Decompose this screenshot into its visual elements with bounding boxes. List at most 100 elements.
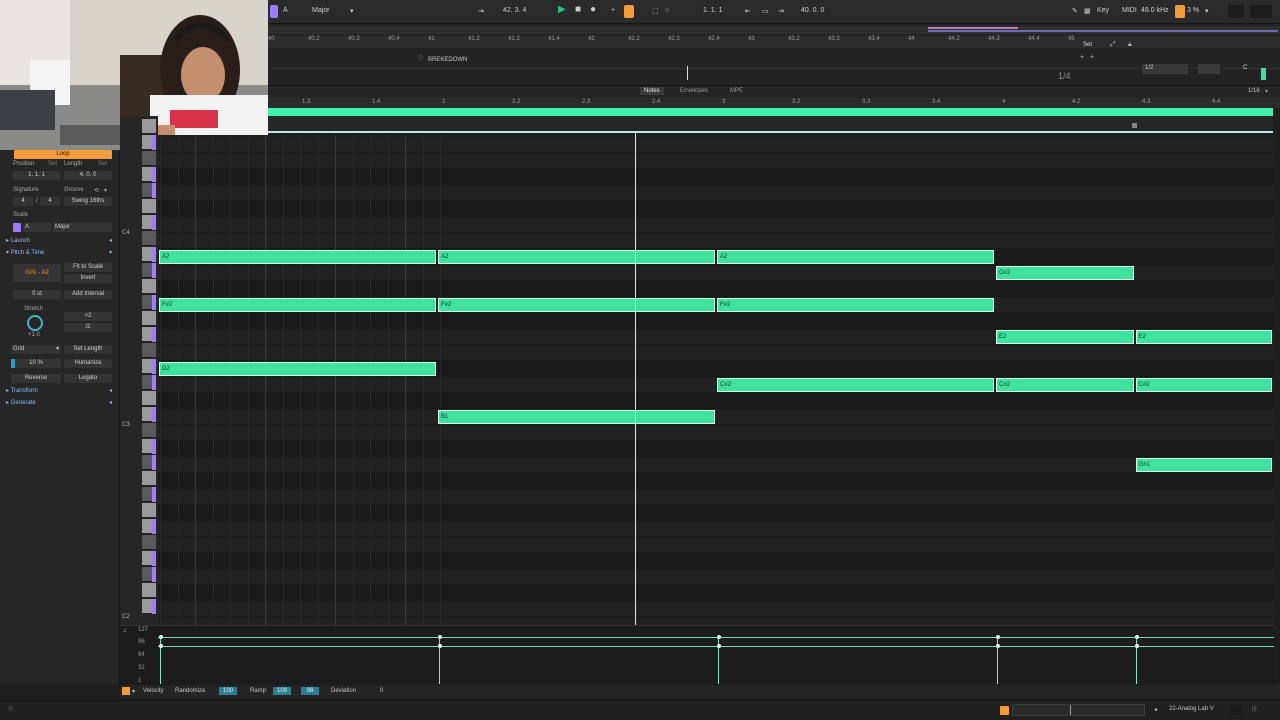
ramp-start[interactable]: 109 (273, 687, 291, 695)
set-length-button[interactable]: Set Length (64, 345, 112, 354)
launch-section-header[interactable]: ▸ Launch ◂ (6, 237, 114, 247)
midi-note[interactable]: B1 (438, 410, 715, 424)
tab-envelopes[interactable]: Envelopes (680, 88, 708, 94)
velocity-bars[interactable] (158, 626, 1274, 686)
pitch-lane[interactable] (158, 601, 1274, 617)
piano-key[interactable] (142, 231, 156, 246)
input-channel-box[interactable]: 1/2 (1142, 64, 1188, 74)
end-marker-icon[interactable] (1132, 123, 1137, 128)
set-button[interactable]: Set (1083, 42, 1092, 48)
pitch-lane[interactable] (158, 393, 1274, 409)
reverse-button[interactable]: Reverse (11, 374, 61, 383)
song-position[interactable]: 42. 3. 4 (503, 7, 526, 14)
midi-map-button[interactable]: MIDI (1122, 7, 1137, 14)
chevron-down-icon[interactable]: ▾ (1265, 88, 1268, 95)
velocity-handle[interactable] (716, 635, 721, 639)
pitch-lane[interactable] (158, 553, 1274, 569)
record-icon[interactable]: ● (590, 4, 596, 15)
tab-notes[interactable]: Notes (640, 87, 664, 95)
punch-out-icon[interactable]: ⇥ (778, 7, 784, 15)
midi-note[interactable]: F#2 (717, 298, 994, 312)
piano-key[interactable] (142, 471, 156, 486)
groove-hotswap-icon[interactable]: ⟲ (94, 187, 99, 194)
collapse-icon[interactable]: ◂ (109, 399, 112, 406)
add-interval-button[interactable]: Add Interval (64, 290, 112, 299)
monitor-box[interactable] (1198, 64, 1220, 74)
keyboard-icon[interactable]: ▦ (1084, 7, 1091, 15)
overview-strip[interactable] (268, 26, 1280, 34)
midi-note[interactable]: C#2 (996, 378, 1134, 392)
velocity-lane-icon[interactable]: ⊿ (122, 627, 127, 634)
lock-icon[interactable]: 🔒︎ (1128, 41, 1132, 49)
piano-key[interactable] (142, 199, 156, 214)
ramp-end[interactable]: 96 (301, 687, 319, 695)
generate-section-header[interactable]: ▸ Generate ◂ (6, 399, 114, 409)
scale-root[interactable]: A (283, 7, 288, 14)
pitch-lane[interactable] (158, 585, 1274, 601)
midi-note[interactable]: G#2 (996, 266, 1134, 280)
humanize-button[interactable]: Humanize (64, 359, 112, 368)
loop-brace[interactable] (268, 108, 1273, 116)
randomize-button[interactable]: Randomize (175, 688, 205, 694)
capture-icon[interactable]: ⬚ (652, 7, 659, 15)
piano-key[interactable] (142, 423, 156, 438)
pitch-lane[interactable] (158, 281, 1274, 297)
track-name[interactable]: 22-Analog Lab V (1169, 706, 1214, 712)
ramp-button[interactable]: Ramp (250, 688, 266, 694)
midi-note[interactable]: E2 (996, 330, 1134, 344)
pitch-lane[interactable] (158, 473, 1274, 489)
loop-button[interactable]: Loop (14, 150, 112, 159)
piano-keyboard[interactable]: C4 C3 C2 (120, 116, 158, 626)
stretch-knob[interactable] (27, 315, 43, 331)
play-icon[interactable]: ▸ (1155, 706, 1158, 713)
pitch-lane[interactable] (158, 441, 1274, 457)
piano-key[interactable] (142, 343, 156, 358)
midi-note[interactable]: A2 (438, 250, 715, 264)
key-map-button[interactable]: Key (1097, 7, 1109, 14)
velocity-handle[interactable] (1134, 644, 1139, 648)
velocity-handle[interactable] (1134, 635, 1139, 639)
half-button[interactable]: /2 (64, 323, 112, 332)
stop-icon[interactable]: ■ (575, 4, 581, 15)
automation-arm-icon[interactable] (624, 5, 634, 18)
velocity-handle[interactable] (437, 635, 442, 639)
velocity-handle[interactable] (995, 644, 1000, 648)
device-toggle[interactable] (1230, 705, 1242, 715)
piano-key[interactable] (142, 535, 156, 550)
piano-key[interactable] (142, 151, 156, 166)
midi-note[interactable]: C#2 (717, 378, 994, 392)
scale-mode[interactable]: Major (312, 7, 330, 14)
collapse-icon[interactable]: ▾ (109, 249, 112, 256)
loop-switch-icon[interactable]: ○ (665, 7, 669, 14)
signature-numerator[interactable]: 4 (13, 197, 33, 206)
humanize-amount-field[interactable]: 10 % (11, 359, 61, 368)
pitch-lane[interactable] (158, 169, 1274, 185)
pitch-lane[interactable] (158, 313, 1274, 329)
position-field[interactable]: 1. 1. 1 (13, 171, 60, 180)
pitch-lane[interactable] (158, 233, 1274, 249)
midi-note[interactable]: G#1 (1135, 458, 1272, 472)
legato-button[interactable]: Legato (64, 374, 112, 383)
play-icon[interactable]: ▶ (558, 4, 566, 15)
scale-toggle[interactable] (270, 5, 278, 18)
velocity-handle[interactable] (158, 635, 163, 639)
pitch-lane[interactable] (158, 537, 1274, 553)
midi-note[interactable]: A2 (159, 250, 436, 264)
midi-note[interactable]: F#2 (438, 298, 715, 312)
velocity-lane[interactable]: 127 96 64 32 1 ⊿ (120, 625, 1274, 685)
piano-key[interactable] (142, 583, 156, 598)
pitch-lane[interactable] (158, 345, 1274, 361)
collapse-icon[interactable]: ◂ (109, 237, 112, 244)
pitch-lane[interactable] (158, 217, 1274, 233)
randomize-amount[interactable]: 100 (219, 687, 237, 695)
fit-to-scale-button[interactable]: Fit to Scale (64, 263, 112, 272)
signature-denominator[interactable]: 4 (40, 197, 60, 206)
loop-length[interactable]: 40. 0. 0 (801, 7, 824, 14)
length-set-button[interactable]: Set (98, 161, 107, 167)
scale-root-select[interactable]: A (23, 223, 51, 232)
midi-note[interactable]: C#2 (1135, 378, 1272, 392)
pitch-lane[interactable] (158, 569, 1274, 585)
punch-in-icon[interactable]: ⇤ (745, 7, 751, 15)
draw-mode-icon[interactable]: ✎ (1072, 7, 1078, 15)
follow-icon[interactable]: ⇥ (478, 7, 484, 15)
